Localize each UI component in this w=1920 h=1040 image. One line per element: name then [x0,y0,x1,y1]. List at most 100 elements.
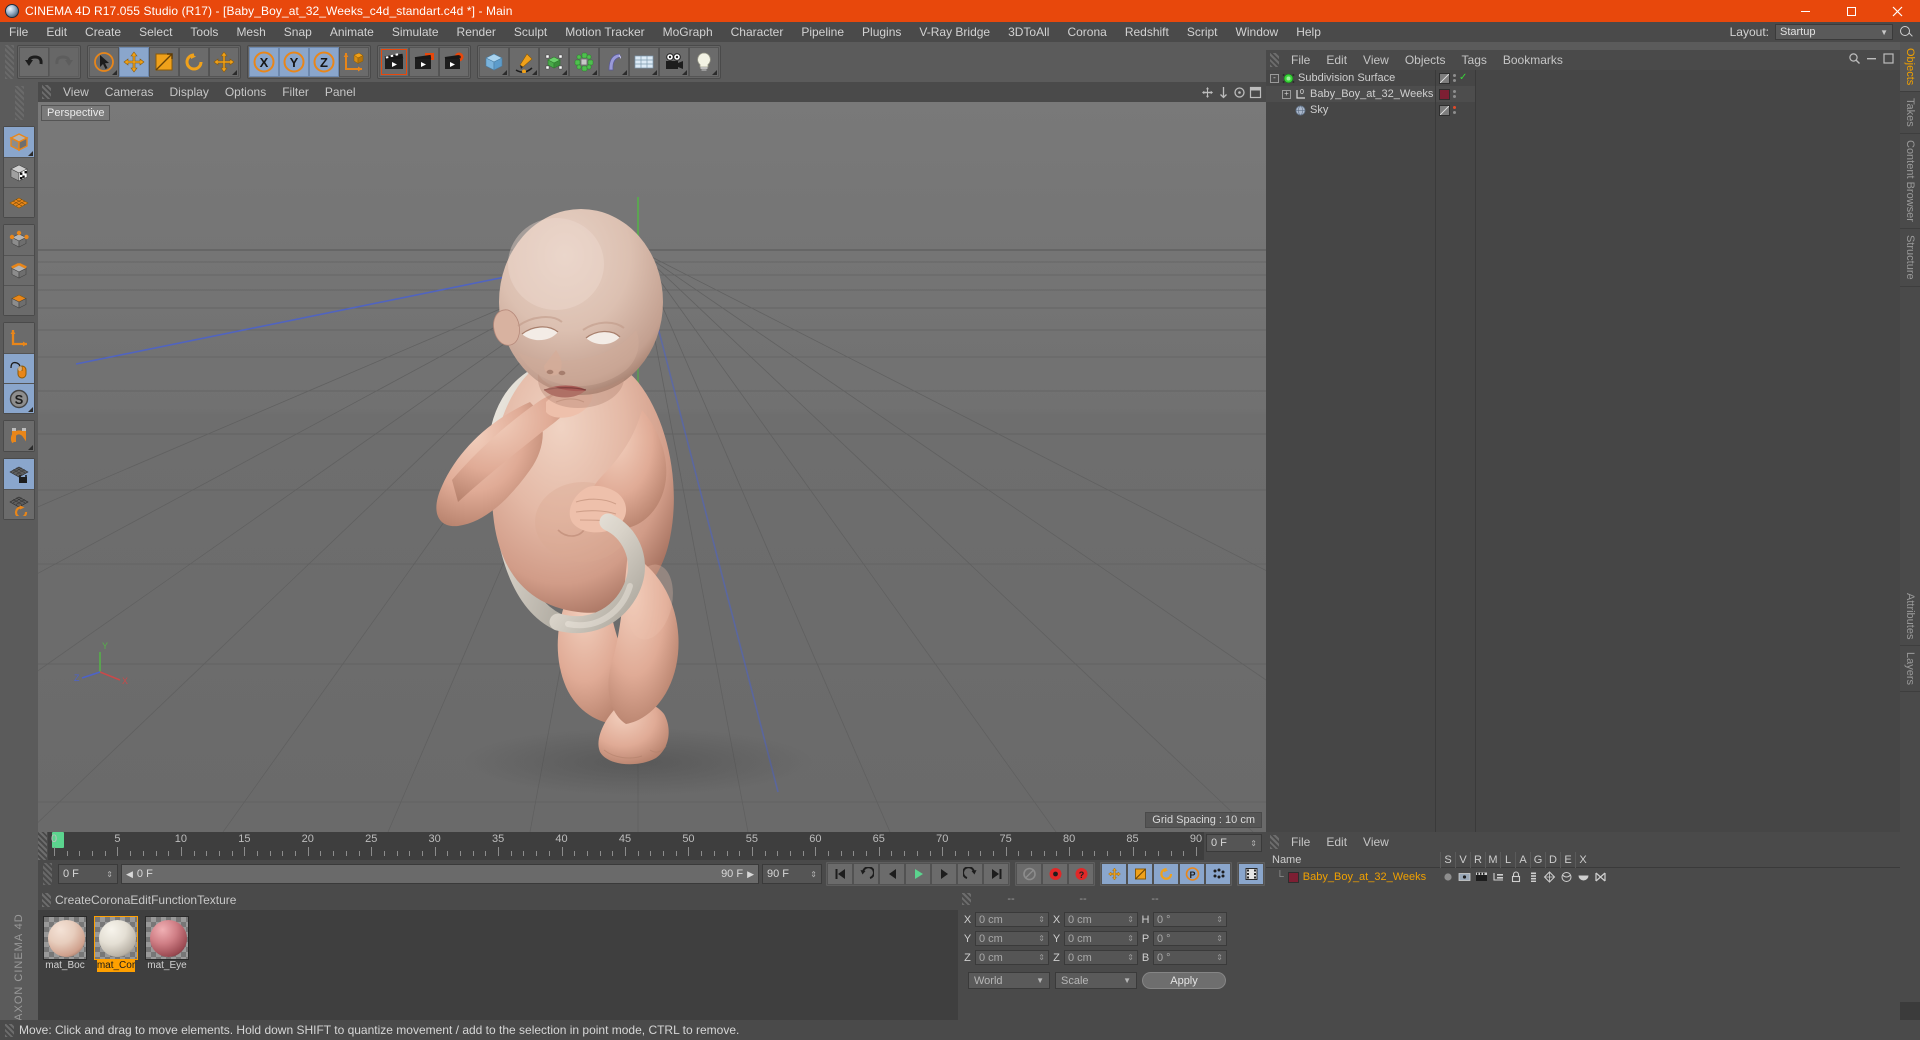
render-view-button[interactable] [379,47,409,77]
object-menu-edit[interactable]: Edit [1318,50,1355,70]
menu-create[interactable]: Create [76,22,130,42]
transform-mode-dropdown[interactable]: Scale ▼ [1055,972,1137,989]
tab-layers[interactable]: Layers [1900,646,1920,693]
y-axis-lock-button[interactable]: Y [279,47,309,77]
menu-pipeline[interactable]: Pipeline [792,22,853,42]
tab-content-browser[interactable]: Content Browser [1900,134,1920,229]
material-item-cord[interactable]: mat_Cor [93,916,139,972]
menu-3dtoall[interactable]: 3DToAll [999,22,1058,42]
record-pla-button[interactable] [1205,863,1231,885]
viewport-menu-options[interactable]: Options [217,82,274,102]
object-row-baby-boy[interactable]: + 0 Baby_Boy_at_32_Weeks [1266,86,1435,102]
animation-icon[interactable] [1525,870,1540,884]
menu-motion-tracker[interactable]: Motion Tracker [556,22,653,42]
layer-row[interactable]: └ Baby_Boy_at_32_Weeks [1266,868,1900,886]
apply-button[interactable]: Apply [1142,972,1226,989]
add-camera-button[interactable] [659,47,689,77]
visibility-dots-icon[interactable] [1453,106,1456,114]
material-manager-grip[interactable] [42,893,51,907]
transform-tool-button[interactable] [209,47,239,77]
toolbar-grip[interactable] [5,45,14,79]
menu-vray-bridge[interactable]: V-Ray Bridge [910,22,999,42]
column-l[interactable]: L [1500,851,1515,868]
undo-button[interactable] [19,47,49,77]
xpresso-icon[interactable] [1593,870,1608,884]
material-swatch[interactable] [94,916,138,960]
add-light-button[interactable] [689,47,719,77]
layer-menu-edit[interactable]: Edit [1318,832,1355,852]
object-tag-swatch[interactable] [1439,88,1450,100]
coordinates-grip[interactable] [962,893,971,905]
tab-structure[interactable]: Structure [1900,229,1920,287]
view-icon[interactable] [1457,870,1472,884]
lock-icon[interactable] [1508,870,1523,884]
planar-workplane-button[interactable] [4,489,34,519]
move-tool-button[interactable] [119,47,149,77]
go-to-end-button[interactable] [983,863,1009,885]
current-frame-box[interactable]: 0 F ⇕ [58,864,118,884]
step-forward-button[interactable] [931,863,957,885]
column-r[interactable]: R [1470,851,1485,868]
x-axis-lock-button[interactable]: X [249,47,279,77]
viewport-menu-display[interactable]: Display [161,82,216,102]
viewport-solo-button[interactable]: S [4,383,34,413]
spinner-icon[interactable]: ⇕ [1250,839,1257,848]
column-s[interactable]: S [1440,851,1455,868]
z-axis-lock-button[interactable]: Z [309,47,339,77]
column-a[interactable]: A [1515,851,1530,868]
menu-redshift[interactable]: Redshift [1116,22,1178,42]
record-active-objects-button[interactable] [1042,863,1068,885]
add-cube-button[interactable] [479,47,509,77]
polygons-mode-button[interactable] [4,285,34,315]
play-button[interactable] [905,863,931,885]
search-icon[interactable] [1898,24,1914,40]
material-menu-edit[interactable]: Edit [130,893,151,907]
scale-tool-button[interactable] [149,47,179,77]
enable-snapping-button[interactable] [4,421,34,451]
step-back-button[interactable] [879,863,905,885]
expand-collapse-icon[interactable]: - [1270,73,1279,83]
menu-edit[interactable]: Edit [37,22,76,42]
world-object-coordinates-button[interactable] [339,47,369,77]
close-icon[interactable] [1874,0,1920,22]
add-generator-button[interactable] [539,47,569,77]
object-row-sky[interactable]: Sky [1266,102,1435,118]
rotation-p-input[interactable]: 0 ° ⇕ [1153,931,1227,946]
column-g[interactable]: G [1530,851,1545,868]
keyframe-selection-button[interactable] [1238,863,1264,885]
manager-icon[interactable] [1491,870,1506,884]
expand-collapse-icon[interactable] [1282,106,1291,115]
column-x[interactable]: X [1575,851,1590,868]
pan-view-icon[interactable] [1201,86,1214,99]
object-menu-bookmarks[interactable]: Bookmarks [1495,50,1571,70]
size-y-input[interactable]: 0 cm ⇕ [1064,931,1138,946]
model-mode-button[interactable] [4,127,34,157]
menu-tools[interactable]: Tools [181,22,227,42]
go-to-start-button[interactable] [827,863,853,885]
object-row-subdivision-surface[interactable]: - Subdivision Surface [1266,70,1435,86]
texture-mode-button[interactable] [4,157,34,187]
record-scale-button[interactable] [1127,863,1153,885]
menu-window[interactable]: Window [1227,22,1288,42]
rotate-view-icon[interactable] [1233,86,1246,99]
menu-help[interactable]: Help [1287,22,1330,42]
menu-file[interactable]: File [0,22,37,42]
layer-manager-grip[interactable] [1270,835,1279,849]
layer-name-cell[interactable]: └ Baby_Boy_at_32_Weeks [1266,871,1440,883]
coordinate-system-dropdown[interactable]: World ▼ [968,972,1050,989]
autokey-button[interactable] [1016,863,1042,885]
timeline-controls-grip[interactable] [43,863,52,885]
viewport-menu-filter[interactable]: Filter [274,82,317,102]
enable-axis-modification-button[interactable] [4,353,34,383]
left-palette-grip[interactable] [14,86,24,120]
object-axis-mode-button[interactable] [4,323,34,353]
object-tag-swatch[interactable] [1439,104,1450,116]
object-menu-objects[interactable]: Objects [1397,50,1454,70]
visibility-dots-icon[interactable] [1453,90,1456,98]
object-menu-tags[interactable]: Tags [1454,50,1495,70]
preview-range-slider[interactable]: ◀ 0 F 90 F ▶ [121,864,759,884]
zoom-view-icon[interactable] [1217,86,1230,99]
object-manager-grip[interactable] [1270,53,1279,67]
object-menu-view[interactable]: View [1355,50,1397,70]
timeline-grip[interactable] [38,832,47,860]
